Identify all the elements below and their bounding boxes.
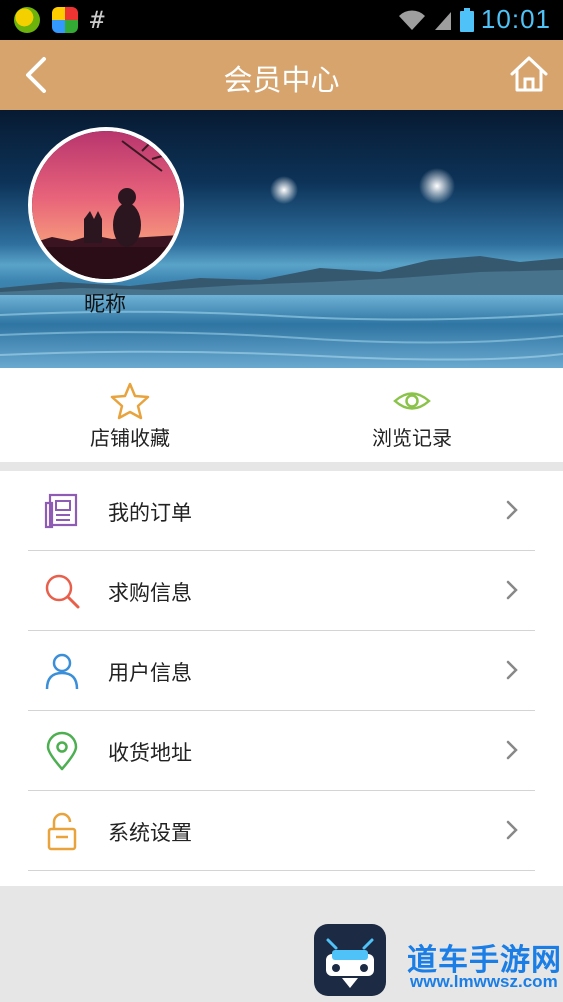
menu-item-label: 我的订单	[108, 501, 192, 525]
signal-icon	[434, 11, 451, 30]
hash-icon: #	[90, 6, 105, 34]
avatar[interactable]	[28, 127, 184, 283]
user-icon	[45, 653, 79, 690]
menu-item-purchase-requests[interactable]: 求购信息	[28, 551, 535, 631]
order-doc-icon	[44, 493, 78, 529]
menu-item-system-settings[interactable]: 系统设置	[28, 791, 535, 871]
battery-icon	[459, 7, 474, 32]
chevron-right-icon	[506, 580, 518, 600]
menu-item-user-info[interactable]: 用户信息	[28, 631, 535, 711]
title-bar: 会员中心	[0, 40, 563, 110]
status-bar: # 10:01	[0, 0, 563, 40]
watermark-url: www.lmwwsz.com	[410, 972, 558, 991]
unlock-icon	[47, 812, 77, 851]
status-time: 10:01	[480, 4, 551, 34]
menu-list: 我的订单 求购信息 用户信息 收货地址 系统设置	[0, 471, 563, 886]
menu-item-shipping-address[interactable]: 收货地址	[28, 711, 535, 791]
status-bar-system: 10:01	[397, 4, 551, 35]
page-title: 会员中心	[223, 63, 340, 97]
browse-history-button[interactable]: 浏览记录	[312, 368, 512, 462]
chevron-right-icon	[506, 660, 518, 680]
eye-icon	[393, 392, 431, 410]
chevron-right-icon	[506, 820, 518, 840]
menu-item-label: 用户信息	[108, 661, 192, 685]
location-pin-icon	[46, 731, 78, 771]
watermark-logo	[314, 924, 386, 996]
status-bar-notifications: #	[14, 7, 104, 33]
menu-item-label: 收货地址	[108, 741, 192, 765]
home-icon[interactable]	[507, 52, 551, 96]
wifi-icon	[398, 9, 425, 30]
app-icon-colorful	[52, 7, 78, 33]
app-icon-green	[14, 7, 40, 33]
menu-item-my-orders[interactable]: 我的订单	[28, 471, 535, 551]
menu-item-label: 求购信息	[108, 581, 192, 605]
search-icon	[45, 574, 80, 609]
star-icon	[110, 382, 150, 420]
quick-actions: 店铺收藏 浏览记录	[0, 368, 563, 462]
nickname[interactable]: 昵称	[30, 288, 180, 318]
browse-history-label: 浏览记录	[372, 426, 452, 450]
chevron-right-icon	[506, 500, 518, 520]
chevron-right-icon	[506, 740, 518, 760]
menu-item-label: 系统设置	[108, 821, 192, 845]
shop-favorites-button[interactable]: 店铺收藏	[30, 368, 230, 462]
shop-favorites-label: 店铺收藏	[90, 426, 170, 450]
